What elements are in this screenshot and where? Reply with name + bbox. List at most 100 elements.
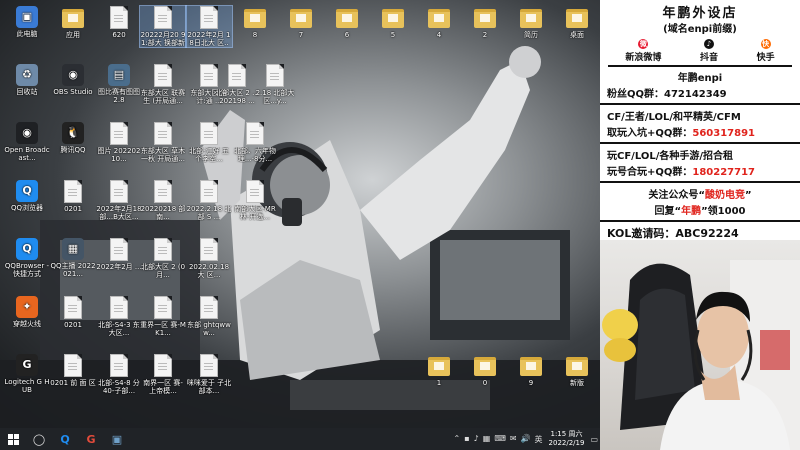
- desktop-icon-label: 此电脑: [16, 30, 38, 38]
- tray-icon[interactable]: ▪: [462, 434, 471, 445]
- desktop-area[interactable]: ▣此电脑应用62020222月20 9 1:部大 换部新视程 辑...完2022…: [0, 0, 600, 428]
- social-item: ♪ 抖音: [700, 39, 718, 63]
- document-icon: [154, 6, 172, 29]
- desktop-icon[interactable]: 7: [278, 6, 324, 47]
- handle-text: 年鹏enpi: [677, 73, 723, 84]
- desktop-icon[interactable]: 6: [324, 6, 370, 47]
- desktop-icon[interactable]: 北部-江好 五个李空...: [186, 122, 232, 163]
- tray-icon[interactable]: ⌨: [492, 434, 508, 445]
- tray-icon[interactable]: 🔊: [519, 434, 533, 445]
- desktop-icon[interactable]: ◉ Open Broadcast...: [4, 122, 50, 162]
- tray-icon[interactable]: 英: [533, 434, 545, 445]
- clock[interactable]: 1:15 周六 2022/2/19: [545, 430, 589, 448]
- desktop-icon-label: 新版: [570, 379, 584, 387]
- desktop-icon[interactable]: G Logitech G HUB: [4, 354, 50, 394]
- document-icon: [110, 354, 128, 377]
- tray-icon[interactable]: ✉: [508, 434, 519, 445]
- desktop-icon[interactable]: 4: [416, 6, 462, 47]
- desktop-icon[interactable]: 2.18 北部大区...y...: [252, 64, 298, 105]
- desktop-icon[interactable]: 2022.2.18 北部 S ...: [186, 180, 232, 221]
- tray-icon[interactable]: ▦: [481, 434, 493, 445]
- folder-icon: [290, 9, 312, 28]
- desktop-icon[interactable]: 0201 前 面 区: [50, 354, 96, 395]
- app-icon: ✦: [16, 296, 38, 318]
- qq-browser-icon[interactable]: Q: [52, 428, 78, 450]
- desktop-icon[interactable]: 图片 2022021​0...: [96, 122, 142, 163]
- desktop-icon[interactable]: 🐧 腾讯QQ: [50, 122, 96, 162]
- desktop-icon[interactable]: 北部-S4-3 东 大区...: [96, 296, 142, 337]
- desktop-icon[interactable]: 8: [232, 6, 278, 47]
- desktop-icon[interactable]: 东部大区 草木一秋 开局通...: [140, 122, 186, 163]
- desktop-icon[interactable]: ◉ OBS Studio: [50, 64, 96, 104]
- social-label: 新浪微博: [625, 53, 662, 63]
- desktop-icon[interactable]: 9: [508, 354, 554, 395]
- desktop-icon[interactable]: 东部 ghtqwww...: [186, 296, 232, 337]
- desktop-icon[interactable]: 2022年2月 18日北大 区..y...: [185, 5, 233, 48]
- desktop-icon-label: 2: [482, 31, 488, 39]
- desktop-icon-label: 2.18 北部大区...y...: [255, 89, 295, 105]
- desktop-icon[interactable]: 5: [370, 6, 416, 47]
- desktop-icon[interactable]: 1: [416, 354, 462, 395]
- app-icon: Q: [16, 238, 38, 260]
- desktop-icon[interactable]: 20222月20 9 1:部大 换部新视程 辑...完: [139, 5, 187, 48]
- divider: [600, 220, 800, 222]
- document-icon: [154, 238, 172, 261]
- desktop-icon[interactable]: Q QQBrowser - 快捷方式: [4, 238, 50, 278]
- chrome-icon[interactable]: G: [78, 428, 104, 450]
- desktop-icon[interactable]: 2022年2月 ...: [96, 238, 142, 279]
- reply-pre: 回复“: [654, 206, 682, 217]
- desktop-icon[interactable]: ✦ 穿越火线: [4, 296, 50, 336]
- desktop-icon[interactable]: 东部大区 联赛生 (开局通...: [140, 64, 186, 105]
- desktop-icon[interactable]: 2: [462, 6, 508, 47]
- join-value: 560317891: [692, 128, 756, 139]
- obs-window-icon[interactable]: ▣: [104, 428, 130, 450]
- desktop-icon[interactable]: 北部大区 2 (0月...: [140, 238, 186, 279]
- divider: [600, 142, 800, 144]
- desktop-icon[interactable]: 20220218 部南...: [140, 180, 186, 221]
- desktop-icon[interactable]: 咪咪爱于 子北部本...: [186, 354, 232, 395]
- shop-title: 年鹏外设店: [662, 6, 738, 21]
- notification-icon[interactable]: ▭: [588, 435, 600, 444]
- windows-start-icon[interactable]: [0, 428, 26, 450]
- desktop-icon-label: 东部大区 联赛生 (开局通...: [140, 89, 186, 105]
- desktop-icon[interactable]: 重界一区 赛-MK1...: [140, 296, 186, 337]
- desktop-icon[interactable]: ♻ 回收站: [4, 64, 50, 104]
- desktop-icon-label: 图比赛有图图2.8: [98, 88, 140, 104]
- desktop-icon[interactable]: 0201: [50, 296, 96, 337]
- follow-line: 关注公众号“酸奶电竞”: [607, 186, 793, 201]
- desktop-icon[interactable]: ▤ 图比赛有图图2.8: [96, 64, 142, 104]
- document-icon: [64, 354, 82, 377]
- app-icon: 🐧: [62, 122, 84, 144]
- desktop-icon[interactable]: ▦ QQ主播 2022021...: [50, 238, 96, 278]
- clock-time: 1:15 周六: [550, 430, 583, 438]
- divider: [608, 65, 792, 67]
- desktop-icon[interactable]: Q QQ浏览器: [4, 180, 50, 220]
- document-icon: [246, 122, 264, 145]
- cortana-icon[interactable]: ◯: [26, 428, 52, 450]
- desktop-icon-label: 0201 前 面 区: [50, 379, 96, 387]
- desktop-icon[interactable]: 0: [462, 354, 508, 395]
- system-tray: ⌃ ▪ ♪ ▦ ⌨ ✉ 🔊 英 1:15 周六 2022/2/19 ▭: [452, 428, 600, 450]
- desktop-icon[interactable]: 新版: [554, 354, 600, 395]
- desktop-icon[interactable]: 简历: [508, 6, 554, 47]
- desktop-icon-label: 9: [528, 379, 534, 387]
- social-label: 抖音: [699, 53, 718, 63]
- rent-line: 玩CF/LOL/各种手游/招合租: [607, 151, 734, 162]
- desktop-icon[interactable]: 2022年2月18 部...B大区...: [96, 180, 142, 221]
- desktop-icon[interactable]: 620: [96, 6, 142, 47]
- rent-value: 180227717: [692, 167, 756, 178]
- tray-icon[interactable]: ⌃: [452, 434, 463, 445]
- desktop-icon[interactable]: 北部-S4-8 分40-子部...: [96, 354, 142, 395]
- tray-icon[interactable]: ♪: [472, 434, 481, 445]
- stream-info-panel: 年鹏外设店 (域名enpi前缀) 微新浪微博 ♪ 抖音 快快手 年鹏enpi 粉丝QQ…: [600, 0, 800, 240]
- desktop-icon[interactable]: 应用: [50, 6, 96, 47]
- desktop-icon[interactable]: 2022.02.18 大 区...: [186, 238, 232, 279]
- folder-icon: [566, 357, 588, 376]
- document-icon: [200, 238, 218, 261]
- desktop-icon[interactable]: ▣ 此电脑: [4, 6, 50, 46]
- desktop-icon[interactable]: 0201: [50, 180, 96, 221]
- desktop-icon[interactable]: 桌面: [554, 6, 600, 47]
- desktop-icon[interactable]: 北部、六年物 理...-8分...: [232, 122, 278, 163]
- desktop-icon[interactable]: 南界一区 赛-上帝模...: [140, 354, 186, 395]
- desktop-icon[interactable]: 南部大区-MR 林-开选...: [232, 180, 278, 221]
